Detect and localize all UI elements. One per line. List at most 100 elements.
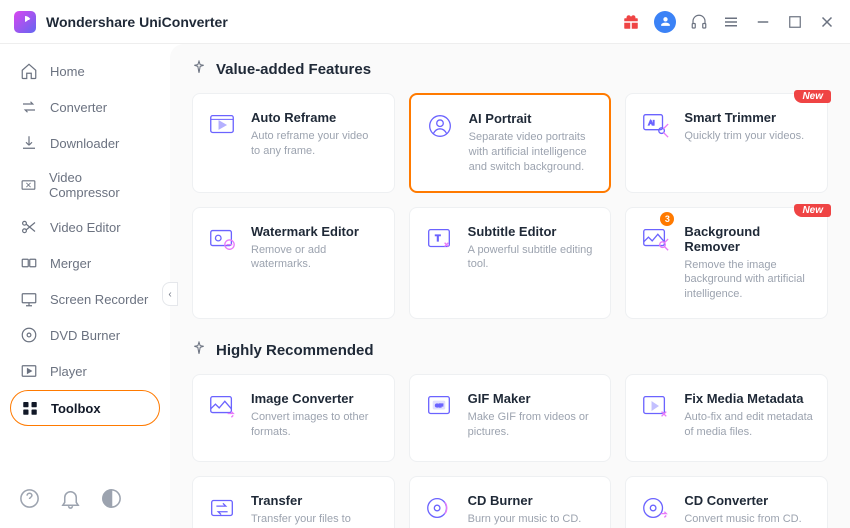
- menu-icon[interactable]: [722, 13, 740, 31]
- card-subtitle-editor[interactable]: T Subtitle Editor A powerful subtitle edi…: [409, 207, 612, 320]
- card-title: Watermark Editor: [251, 224, 380, 239]
- app-title: Wondershare UniConverter: [46, 14, 228, 30]
- card-title: AI Portrait: [469, 111, 596, 126]
- transfer-icon: [207, 493, 237, 523]
- sidebar-item-dvd-burner[interactable]: DVD Burner: [10, 318, 160, 352]
- section-header-value-added: Value-added Features: [192, 60, 828, 79]
- sidebar-item-label: Merger: [50, 256, 91, 271]
- card-desc: Make GIF from videos or pictures.: [468, 410, 597, 440]
- card-gif-maker[interactable]: GIF GIF Maker Make GIF from videos or pic…: [409, 374, 612, 462]
- cd-burner-icon: [424, 493, 454, 523]
- card-desc: Burn your music to CD.: [468, 512, 582, 527]
- compress-icon: [20, 176, 37, 194]
- card-title: CD Converter: [684, 493, 801, 508]
- titlebar: Wondershare UniConverter: [0, 0, 850, 44]
- cd-converter-icon: [640, 493, 670, 523]
- card-title: CD Burner: [468, 493, 582, 508]
- card-desc: Transfer your files to device or hard dr…: [251, 512, 380, 528]
- card-title: Transfer: [251, 493, 380, 508]
- player-icon: [20, 362, 38, 380]
- svg-text:GIF: GIF: [435, 403, 443, 408]
- sidebar-item-label: Downloader: [50, 136, 119, 151]
- sidebar-item-label: Video Compressor: [49, 170, 150, 200]
- card-cd-converter[interactable]: CD Converter Convert music from CD.: [625, 476, 828, 528]
- sidebar-item-converter[interactable]: Converter: [10, 90, 160, 124]
- card-desc: Auto reframe your video to any frame.: [251, 129, 380, 159]
- scissors-icon: [20, 218, 38, 236]
- watermark-icon: [207, 224, 237, 254]
- sidebar-item-video-compressor[interactable]: Video Compressor: [10, 162, 160, 208]
- toolbox-icon: [21, 399, 39, 417]
- card-title: Background Remover: [684, 224, 813, 254]
- card-desc: Convert music from CD.: [684, 512, 801, 527]
- image-converter-icon: [207, 391, 237, 421]
- bg-remover-icon: [640, 224, 670, 254]
- sidebar: Home Converter Downloader Video Compress…: [0, 44, 170, 528]
- theme-icon[interactable]: [100, 487, 123, 510]
- card-fix-media-metadata[interactable]: Fix Media MetadataAuto-fix and edit meta…: [625, 374, 828, 462]
- sidebar-item-label: Screen Recorder: [50, 292, 148, 307]
- sidebar-item-downloader[interactable]: Downloader: [10, 126, 160, 160]
- download-icon: [20, 134, 38, 152]
- help-icon[interactable]: [18, 487, 41, 510]
- sidebar-item-player[interactable]: Player: [10, 354, 160, 388]
- card-image-converter[interactable]: Image Converter Convert images to other f…: [192, 374, 395, 462]
- pin-icon: [192, 341, 206, 360]
- section-title: Highly Recommended: [216, 342, 374, 359]
- card-desc: Remove or add watermarks.: [251, 243, 380, 273]
- app-logo: [14, 11, 36, 33]
- card-ai-portrait[interactable]: AI Portrait Separate video portraits with…: [409, 93, 612, 193]
- gif-maker-icon: GIF: [424, 391, 454, 421]
- sidebar-item-toolbox[interactable]: Toolbox: [10, 390, 160, 426]
- collapse-sidebar-button[interactable]: ‹: [162, 282, 178, 306]
- sidebar-item-home[interactable]: Home: [10, 54, 160, 88]
- card-watermark-editor[interactable]: Watermark Editor Remove or add watermarks…: [192, 207, 395, 320]
- maximize-icon[interactable]: [786, 13, 804, 31]
- card-desc: Convert images to other formats.: [251, 410, 380, 440]
- card-cd-burner[interactable]: CD Burner Burn your music to CD.: [409, 476, 612, 528]
- card-title: Fix Media Metadata: [684, 391, 813, 406]
- dvd-icon: [20, 326, 38, 344]
- sidebar-item-screen-recorder[interactable]: Screen Recorder: [10, 282, 160, 316]
- close-icon[interactable]: [818, 13, 836, 31]
- card-title: Auto Reframe: [251, 110, 380, 125]
- card-desc: Remove the image background with artific…: [684, 258, 813, 303]
- new-badge: New: [794, 90, 831, 103]
- card-transfer[interactable]: Transfer Transfer your files to device or…: [192, 476, 395, 528]
- card-title: GIF Maker: [468, 391, 597, 406]
- pin-icon: [192, 60, 206, 79]
- svg-text:T: T: [435, 232, 440, 242]
- recorder-icon: [20, 290, 38, 308]
- auto-reframe-icon: [207, 110, 237, 140]
- converter-icon: [20, 98, 38, 116]
- merger-icon: [20, 254, 38, 272]
- card-title: Smart Trimmer: [684, 110, 804, 125]
- count-badge: 3: [660, 212, 674, 226]
- titlebar-actions: [622, 11, 836, 33]
- minimize-icon[interactable]: [754, 13, 772, 31]
- sidebar-item-label: Player: [50, 364, 87, 379]
- card-background-remover[interactable]: New 3 Background Remover Remove the image…: [625, 207, 828, 320]
- sidebar-item-label: Video Editor: [50, 220, 121, 235]
- card-title: Image Converter: [251, 391, 380, 406]
- user-avatar[interactable]: [654, 11, 676, 33]
- card-auto-reframe[interactable]: Auto Reframe Auto reframe your video to a…: [192, 93, 395, 193]
- bell-icon[interactable]: [59, 487, 82, 510]
- headset-icon[interactable]: [690, 13, 708, 31]
- metadata-icon: [640, 391, 670, 421]
- sidebar-item-label: DVD Burner: [50, 328, 120, 343]
- card-desc: Quickly trim your videos.: [684, 129, 804, 144]
- gift-icon[interactable]: [622, 13, 640, 31]
- ai-portrait-icon: [425, 111, 455, 141]
- card-desc: Separate video portraits with artificial…: [469, 130, 596, 175]
- subtitle-icon: T: [424, 224, 454, 254]
- card-desc: A powerful subtitle editing tool.: [468, 243, 597, 273]
- sidebar-item-video-editor[interactable]: Video Editor: [10, 210, 160, 244]
- new-badge: New: [794, 204, 831, 217]
- sidebar-item-label: Toolbox: [51, 401, 101, 416]
- content-area: Value-added Features Auto Reframe Auto re…: [170, 44, 850, 528]
- card-smart-trimmer[interactable]: New AI Smart TrimmerQuickly trim your vi…: [625, 93, 828, 193]
- section-header-recommended: Highly Recommended: [192, 341, 828, 360]
- card-title: Subtitle Editor: [468, 224, 597, 239]
- sidebar-item-merger[interactable]: Merger: [10, 246, 160, 280]
